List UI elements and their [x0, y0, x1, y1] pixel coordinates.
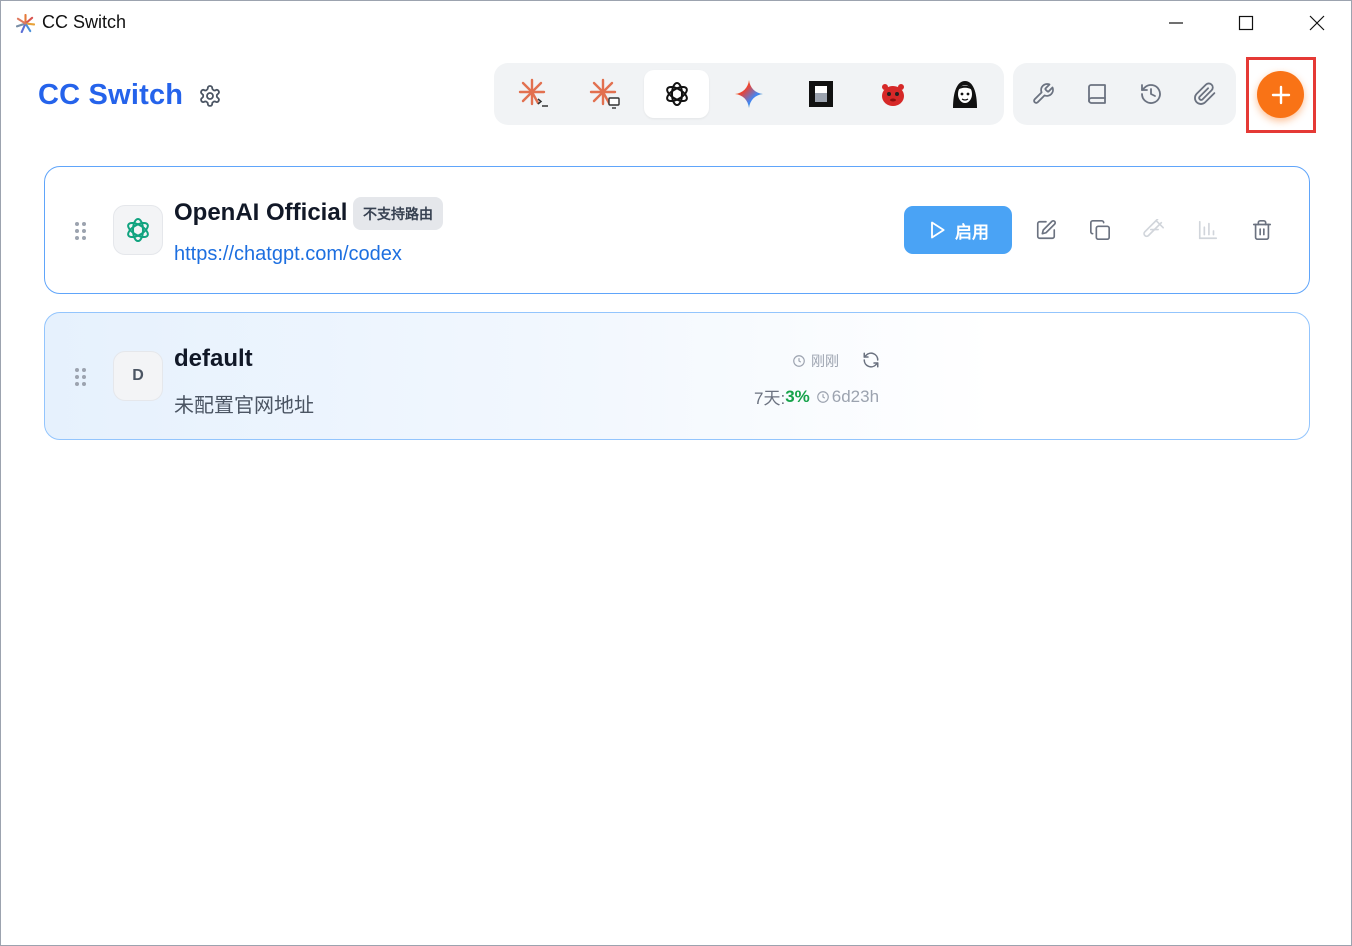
drag-handle-icon[interactable]: [75, 222, 87, 240]
provider-initial: D: [132, 367, 144, 384]
copy-icon: [1090, 220, 1110, 240]
app-tab-gemini[interactable]: [716, 70, 781, 118]
provider-avatar: [113, 205, 163, 255]
test-button[interactable]: [1138, 214, 1170, 246]
app-tab-opencode[interactable]: [788, 70, 853, 118]
trash-icon: [1252, 220, 1272, 240]
openai-icon: [665, 82, 688, 106]
window-title: CC Switch: [42, 12, 127, 32]
gemini-icon: [734, 80, 763, 108]
book-icon: [1088, 84, 1106, 104]
avatar-app-icon: [952, 81, 977, 108]
clock-icon: [816, 390, 829, 403]
enable-label: 启用: [955, 222, 989, 242]
history-icon: [1141, 84, 1161, 104]
provider-name: default: [174, 345, 253, 372]
app-tab-claude-desktop[interactable]: [572, 70, 637, 118]
close-button[interactable]: [1282, 1, 1352, 45]
docs-button[interactable]: [1081, 78, 1113, 110]
app-tab-avatar[interactable]: [932, 70, 997, 118]
provider-card-active[interactable]: D default 未配置官网地址 刚刚 7天: 3% 6d23h: [44, 312, 1310, 440]
edit-icon: [1036, 220, 1056, 240]
maximize-icon: [1238, 15, 1254, 31]
brand-title: CC Switch: [38, 79, 184, 111]
opencode-icon: [808, 81, 833, 107]
close-icon: [1309, 15, 1325, 31]
claude-terminal-icon: [518, 78, 548, 107]
app-tab-red-mascot[interactable]: [860, 70, 925, 118]
gear-icon: [200, 85, 220, 107]
minimize-icon: [1169, 22, 1183, 24]
clock-icon: [793, 355, 805, 367]
settings-button[interactable]: [194, 80, 226, 112]
usage-percent: 3%: [785, 386, 810, 406]
claude-desktop-icon: [589, 78, 620, 109]
enable-button[interactable]: 启用: [904, 206, 1012, 254]
play-icon: [931, 221, 945, 239]
minimize-button[interactable]: [1141, 1, 1211, 45]
app-tab-codex[interactable]: [644, 70, 709, 118]
app-logo-icon: [16, 14, 35, 33]
plus-icon: [1271, 85, 1290, 104]
refresh-icon: [863, 352, 879, 368]
delete-button[interactable]: [1246, 214, 1278, 246]
paperclip-icon: [1194, 82, 1216, 105]
red-mascot-icon: [881, 84, 904, 106]
tools-bar: [1013, 63, 1236, 125]
stats-button[interactable]: [1192, 214, 1224, 246]
title-bar: CC Switch: [1, 1, 1351, 45]
usage-updated-text: 刚刚: [811, 353, 839, 369]
drag-handle-icon[interactable]: [75, 368, 87, 386]
add-provider-button[interactable]: [1257, 71, 1304, 118]
app-switcher: [494, 63, 1004, 125]
app-tab-claude-code[interactable]: [501, 70, 566, 118]
usage-reset-text: 6d23h: [831, 386, 880, 406]
usage-period: 7天:: [754, 389, 786, 408]
provider-url-link[interactable]: https://chatgpt.com/codex: [174, 243, 402, 266]
usage-updated: 刚刚: [792, 351, 839, 371]
provider-name: OpenAI Official: [174, 199, 348, 226]
wrench-icon: [1033, 83, 1054, 104]
provider-subtitle: 未配置官网地址: [174, 395, 314, 417]
test-tube-icon: [1143, 219, 1164, 238]
status-badge: 不支持路由: [353, 197, 443, 230]
history-button[interactable]: [1135, 78, 1167, 110]
duplicate-button[interactable]: [1084, 214, 1116, 246]
app-window: CC Switch CC Switch OpenAI Official 不支持路…: [0, 0, 1352, 946]
refresh-usage-button[interactable]: [860, 349, 882, 371]
openai-icon: [127, 218, 149, 242]
tools-button[interactable]: [1027, 78, 1059, 110]
provider-card[interactable]: OpenAI Official 不支持路由 https://chatgpt.co…: [44, 166, 1310, 294]
usage-summary: 7天: 3% 6d23h: [754, 384, 879, 409]
bar-chart-icon: [1198, 220, 1218, 240]
maximize-button[interactable]: [1211, 1, 1281, 45]
usage-reset: 6d23h: [816, 387, 879, 407]
edit-button[interactable]: [1030, 214, 1062, 246]
attachments-button[interactable]: [1189, 78, 1221, 110]
provider-avatar: D: [113, 351, 163, 401]
